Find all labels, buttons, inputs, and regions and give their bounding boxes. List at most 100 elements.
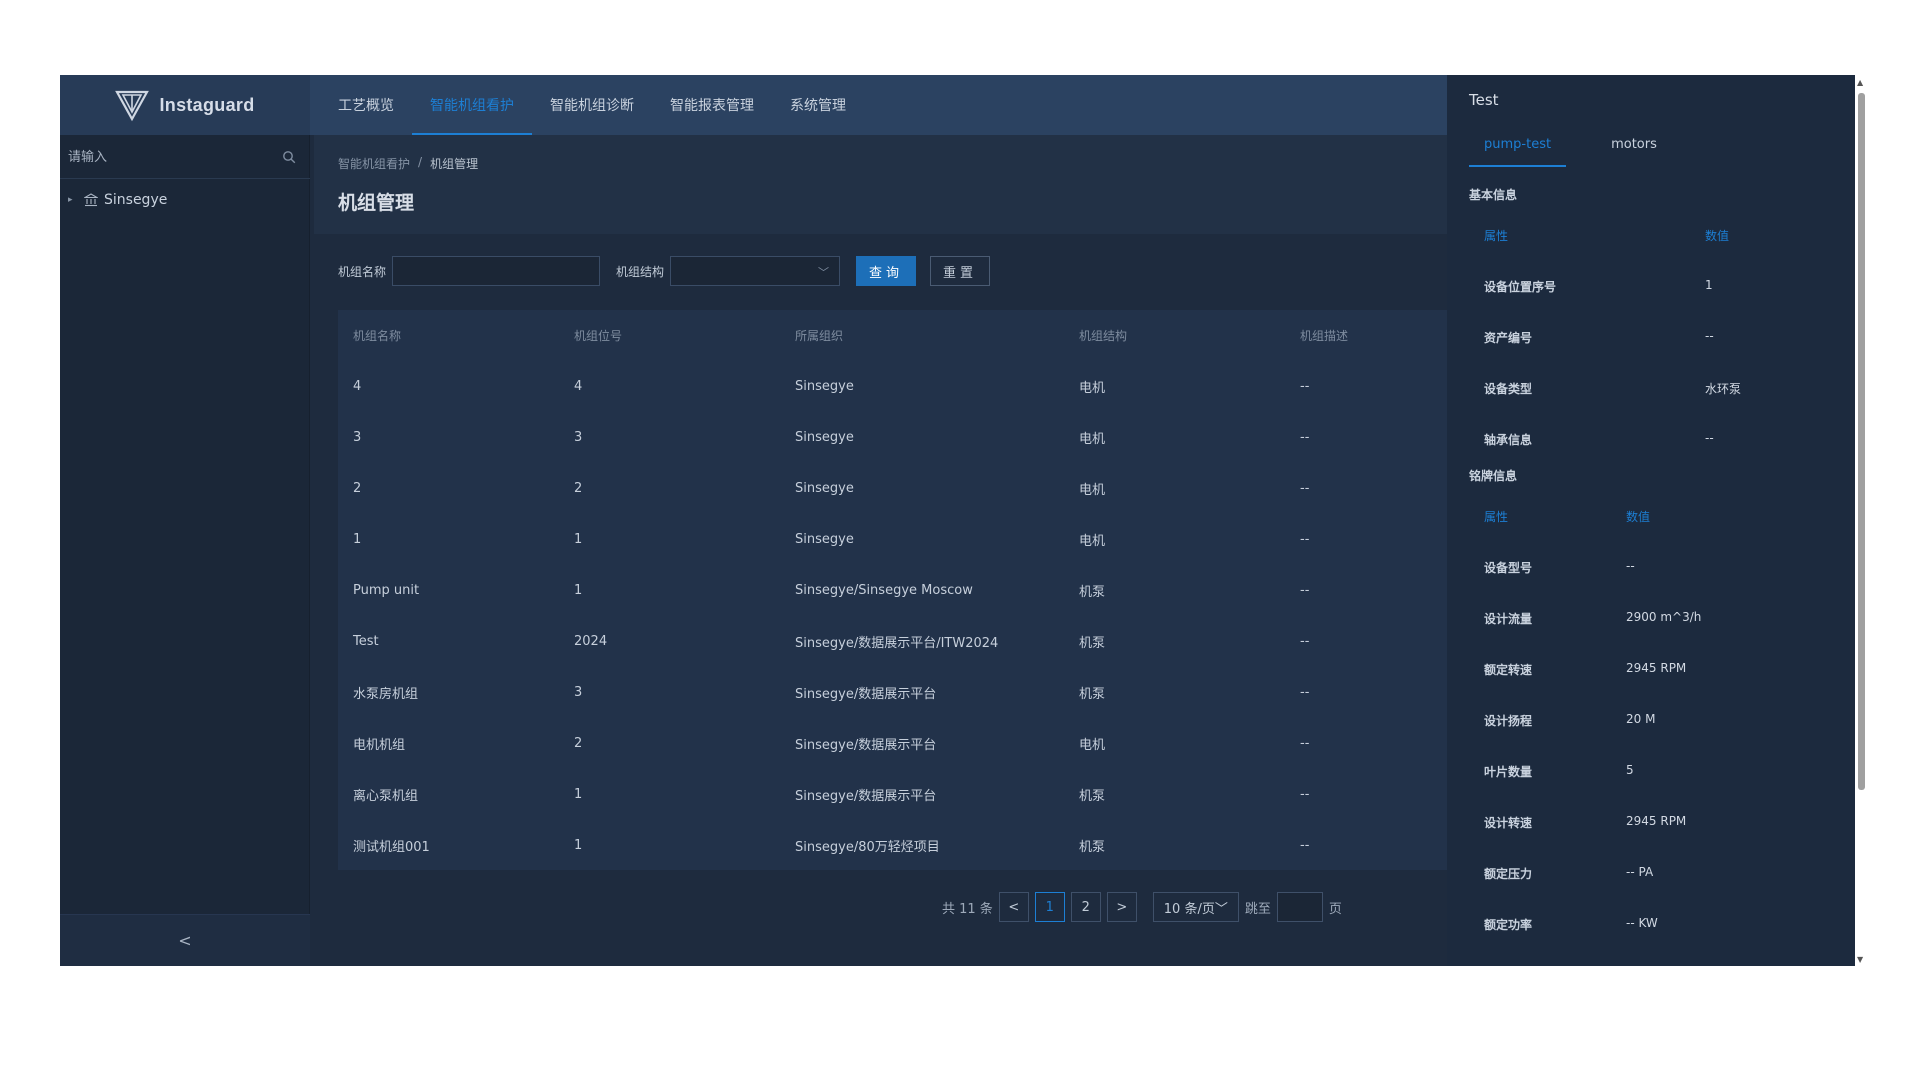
- tree-node-label: Sinsegye: [104, 192, 168, 208]
- scroll-down-arrow-icon[interactable]: ▼: [1857, 955, 1863, 964]
- unit-name-input[interactable]: [392, 256, 601, 286]
- table-row[interactable]: Pump unit 1 Sinsegye/Sinsegye Moscow 机泵 …: [338, 565, 1447, 616]
- cell-organization: Sinsegye/Sinsegye Moscow: [795, 583, 973, 598]
- nav-item-report-management[interactable]: 智能报表管理: [652, 75, 772, 135]
- cell-unit-tag: 2: [574, 736, 583, 751]
- scrollbar-thumb[interactable]: [1858, 93, 1865, 790]
- nav-item-process-overview[interactable]: 工艺概览: [320, 75, 412, 135]
- sidebar-collapse-button[interactable]: <: [60, 914, 310, 966]
- cell-structure: 电机: [1079, 432, 1106, 447]
- cell-structure: 电机: [1079, 738, 1106, 753]
- cell-organization: Sinsegye/数据展示平台/ITW2024: [795, 636, 999, 651]
- cell-structure: 电机: [1079, 381, 1106, 396]
- table-row[interactable]: 1 1 Sinsegye 电机 --: [338, 514, 1447, 565]
- table-row[interactable]: 3 3 Sinsegye 电机 --: [338, 412, 1447, 463]
- jump-page-input[interactable]: [1276, 892, 1323, 922]
- attr-value: --: [1705, 329, 1714, 343]
- table-header: 机组名称 机组位号 所属组织 机组结构 机组描述: [338, 310, 1447, 361]
- breadcrumb-item-unit-care[interactable]: 智能机组看护: [338, 155, 410, 172]
- tree-node-sinsegye[interactable]: ▸ Sinsegye: [68, 188, 167, 212]
- attr-value: --: [1626, 559, 1635, 573]
- page-button-2[interactable]: 2: [1070, 892, 1101, 922]
- nav-item-system-management[interactable]: 系统管理: [772, 75, 864, 135]
- detail-panel: Test pump-test motors 基本信息 属性 数值 设备位置序号 …: [1447, 75, 1855, 966]
- table-row[interactable]: 2 2 Sinsegye 电机 --: [338, 463, 1447, 514]
- sidebar: ▸ Sinsegye <: [60, 135, 310, 966]
- cell-description: --: [1300, 736, 1310, 751]
- cell-structure: 机泵: [1079, 840, 1106, 855]
- chevron-down-icon: ﹀: [818, 266, 830, 279]
- cell-structure: 电机: [1079, 534, 1106, 549]
- cell-structure: 机泵: [1079, 585, 1106, 600]
- cell-unit-name: 3: [353, 430, 362, 445]
- attr-value: 水环泵: [1705, 382, 1742, 396]
- section-nameplate-info: 铭牌信息: [1469, 469, 1518, 483]
- cell-description: --: [1300, 634, 1310, 649]
- table-row[interactable]: 测试机组001 1 Sinsegye/80万轻烃项目 机泵 --: [338, 820, 1447, 871]
- value-header: 数值: [1705, 229, 1730, 243]
- attr-name: 设计扬程: [1484, 714, 1533, 728]
- page-suffix: 页: [1328, 901, 1342, 917]
- attr-value: 2945 RPM: [1626, 814, 1687, 828]
- breadcrumb-item-current: 机组管理: [430, 157, 479, 171]
- cell-organization: Sinsegye/数据展示平台: [795, 789, 937, 804]
- cell-unit-name: 水泵房机组: [353, 687, 419, 702]
- next-page-button[interactable]: >: [1106, 892, 1137, 922]
- value-header: 数值: [1626, 510, 1651, 524]
- detail-panel-title: Test: [1469, 91, 1499, 109]
- attr-header: 属性: [1484, 229, 1509, 243]
- page-button-1[interactable]: 1: [1034, 892, 1065, 922]
- table-row[interactable]: Test 2024 Sinsegye/数据展示平台/ITW2024 机泵 --: [338, 616, 1447, 667]
- detail-tabs: pump-test motors: [1469, 137, 1839, 167]
- attr-name: 设备类型: [1484, 382, 1533, 396]
- cell-unit-tag: 2: [574, 481, 583, 496]
- attr-name: 额定转速: [1484, 663, 1533, 677]
- attr-name: 设备位置序号: [1484, 280, 1557, 294]
- page-size-select[interactable]: 10 条/页 ﹀: [1152, 892, 1239, 922]
- query-button[interactable]: 查询: [856, 256, 917, 286]
- scroll-up-arrow-icon[interactable]: ▲: [1857, 78, 1863, 87]
- unit-structure-select[interactable]: ﹀: [670, 256, 841, 286]
- main-nav: 工艺概览 智能机组看护 智能机组诊断 智能报表管理 系统管理: [320, 75, 864, 135]
- tab-motors[interactable]: motors: [1596, 137, 1672, 167]
- cell-unit-tag: 1: [574, 583, 583, 598]
- cell-unit-name: 测试机组001: [353, 840, 430, 855]
- attr-name: 轴承信息: [1484, 433, 1533, 447]
- attr-value: -- KW: [1626, 916, 1658, 930]
- nav-item-unit-diagnosis[interactable]: 智能机组诊断: [532, 75, 652, 135]
- cell-description: --: [1300, 583, 1310, 598]
- attr-name: 设备型号: [1484, 561, 1533, 575]
- column-header-description: 机组描述: [1300, 329, 1349, 343]
- table-row[interactable]: 水泵房机组 3 Sinsegye/数据展示平台 机泵 --: [338, 667, 1447, 718]
- sidebar-search-input[interactable]: [68, 143, 268, 171]
- table-row[interactable]: 离心泵机组 1 Sinsegye/数据展示平台 机泵 --: [338, 769, 1447, 820]
- jump-label: 跳至: [1244, 901, 1271, 917]
- page-scrollbar[interactable]: ▲ ▼: [1855, 75, 1867, 966]
- pagination-total: 共 11 条: [942, 901, 993, 917]
- unit-name-label: 机组名称: [338, 264, 387, 279]
- attr-name: 资产编号: [1484, 331, 1533, 345]
- prev-page-button[interactable]: <: [998, 892, 1029, 922]
- table-row[interactable]: 电机机组 2 Sinsegye/数据展示平台 电机 --: [338, 718, 1447, 769]
- cell-unit-name: 1: [353, 532, 362, 547]
- attr-name: 设计转速: [1484, 816, 1533, 830]
- chevron-left-icon: <: [178, 931, 192, 950]
- tab-pump-test[interactable]: pump-test: [1469, 137, 1567, 167]
- cell-description: --: [1300, 532, 1310, 547]
- attr-name: 额定压力: [1484, 867, 1533, 881]
- bank-icon: [84, 193, 98, 207]
- search-icon[interactable]: [282, 150, 296, 164]
- cell-organization: Sinsegye/数据展示平台: [795, 687, 937, 702]
- nav-item-unit-care[interactable]: 智能机组看护: [412, 75, 532, 135]
- caret-right-icon[interactable]: ▸: [68, 195, 78, 205]
- pagination: 共 11 条 < 1 2 > 10 条/页 ﹀ 跳至 页: [942, 891, 1342, 923]
- brand-logo[interactable]: Instaguard: [60, 75, 310, 135]
- cell-description: --: [1300, 838, 1310, 853]
- cell-description: --: [1300, 685, 1310, 700]
- cell-unit-name: 离心泵机组: [353, 789, 419, 804]
- table-row[interactable]: 4 4 Sinsegye 电机 --: [338, 361, 1447, 412]
- cell-unit-name: 电机机组: [353, 738, 406, 753]
- page-size-value: 10 条/页: [1163, 901, 1215, 917]
- reset-button[interactable]: 重置: [930, 256, 991, 286]
- cell-description: --: [1300, 787, 1310, 802]
